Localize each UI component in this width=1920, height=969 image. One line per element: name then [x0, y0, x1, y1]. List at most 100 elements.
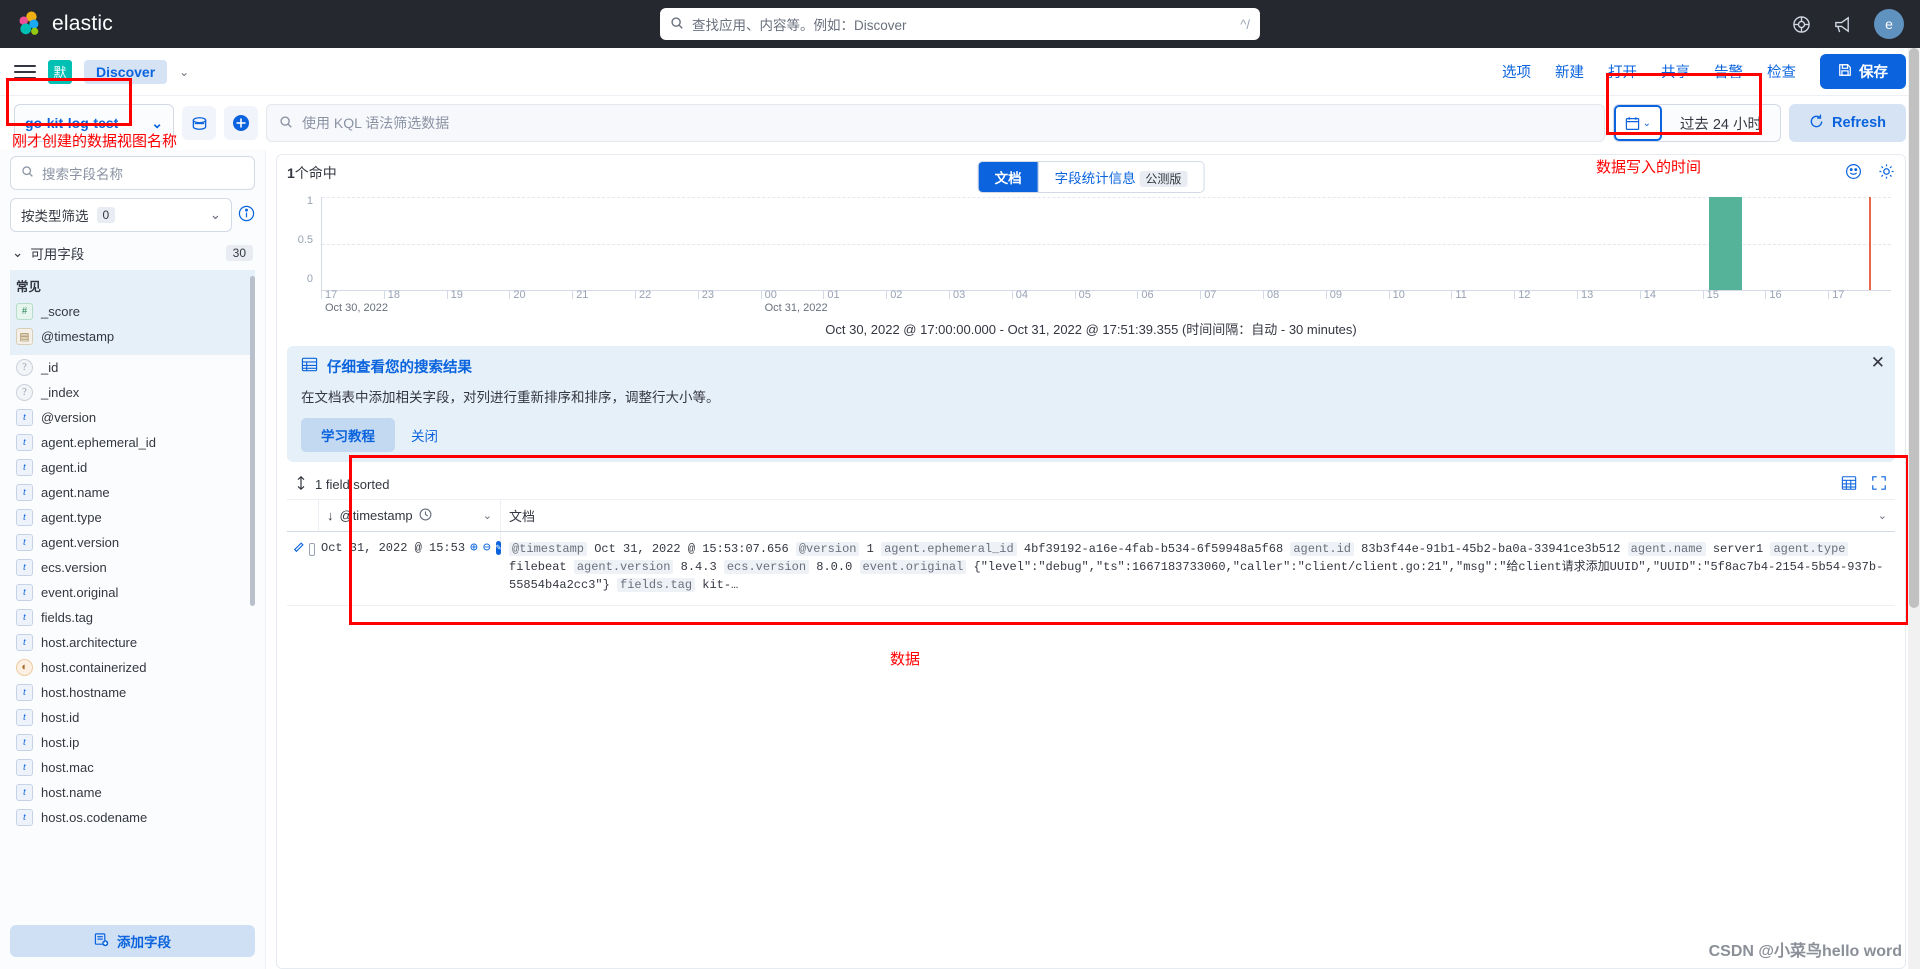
- sorted-label[interactable]: 1 field sorted: [315, 477, 389, 492]
- field-item[interactable]: t host.hostname: [10, 680, 255, 705]
- header-link-open[interactable]: 打开: [1608, 61, 1637, 82]
- field-item[interactable]: t ecs.version: [10, 555, 255, 580]
- kql-search-input[interactable]: 使用 KQL 语法筛选数据: [266, 104, 1605, 142]
- time-range-picker[interactable]: ⌄ 过去 24 小时: [1612, 104, 1781, 142]
- field-item[interactable]: t host.os.codename: [10, 805, 255, 830]
- space-badge[interactable]: 默: [48, 59, 72, 84]
- x-tick: 05: [1074, 289, 1091, 301]
- field-name: host.id: [41, 710, 80, 725]
- query-bar: go-kit-log-test ⌄ 使用 KQL 语法筛选数据 ⌄ 过去 24 …: [0, 96, 1920, 150]
- field-item[interactable]: t agent.ephemeral_id: [10, 430, 255, 455]
- field-type-string-icon: t: [16, 709, 33, 726]
- field-item[interactable]: t agent.name: [10, 480, 255, 505]
- refresh-icon: [1809, 114, 1824, 133]
- doc-field-key: @version: [795, 542, 860, 556]
- field-item[interactable]: ◐ host.containerized: [10, 655, 255, 680]
- time-range-value[interactable]: 过去 24 小时: [1662, 113, 1780, 134]
- learn-tutorial-button[interactable]: 学习教程: [301, 418, 395, 452]
- column-header-document-label: 文档: [509, 509, 536, 524]
- histogram-bar[interactable]: [1708, 197, 1742, 290]
- field-item[interactable]: # _score: [10, 299, 255, 324]
- table-row[interactable]: Oct 31, 2022 @ 15:53 ⊕ ⊖ ✎ @timestamp Oc…: [287, 532, 1895, 606]
- column-header-timestamp[interactable]: ↓ @timestamp ⌄: [319, 500, 501, 531]
- doc-field-value: 8.0.0: [809, 560, 860, 575]
- header-link-options[interactable]: 选项: [1502, 61, 1531, 82]
- page-scrollbar[interactable]: [1908, 48, 1920, 969]
- histogram-chart: 1 0.5 0 17 Oct 30, 2022 18 19 20 21 22 23 00 Oct …: [277, 185, 1905, 314]
- doc-field-value: filebeat: [509, 560, 574, 575]
- hits-suffix: 个命中: [294, 165, 337, 181]
- header-link-new[interactable]: 新建: [1555, 61, 1584, 82]
- header-link-share[interactable]: 共享: [1661, 61, 1690, 82]
- type-filter-dropdown[interactable]: 按类型筛选 0 ⌄: [10, 198, 232, 232]
- close-icon[interactable]: ✕: [1871, 354, 1885, 371]
- callout-title: 仔细查看您的搜索结果: [327, 360, 472, 376]
- save-button[interactable]: 保存: [1820, 54, 1906, 89]
- menu-toggle-icon[interactable]: [14, 64, 36, 79]
- available-fields-header[interactable]: ⌄ 可用字段 30: [10, 234, 255, 270]
- row-select-checkbox[interactable]: [309, 542, 315, 556]
- x-tick: 15: [1702, 289, 1719, 301]
- chart-options-icon[interactable]: [1845, 163, 1862, 185]
- discover-content: 1个命中 文档 字段统计信息 公测版 1 0.5 0 17 Oct 30, 20…: [266, 150, 1920, 969]
- sidebar-scrollbar[interactable]: [250, 276, 255, 606]
- filter-pill-button[interactable]: [182, 106, 216, 140]
- field-item[interactable]: t host.id: [10, 705, 255, 730]
- field-item[interactable]: ? _id: [10, 355, 255, 380]
- field-item[interactable]: t fields.tag: [10, 605, 255, 630]
- gear-icon[interactable]: [1878, 163, 1895, 185]
- breadcrumb[interactable]: Discover: [84, 59, 168, 84]
- field-search-input[interactable]: 搜索字段名称: [10, 156, 255, 190]
- field-item[interactable]: t host.ip: [10, 730, 255, 755]
- chevron-down-icon[interactable]: ⌄: [483, 509, 492, 522]
- data-view-picker[interactable]: go-kit-log-test ⌄: [14, 104, 174, 142]
- field-item[interactable]: ? _index: [10, 380, 255, 405]
- refresh-button[interactable]: Refresh: [1789, 104, 1906, 142]
- chevron-down-icon[interactable]: ⌄: [1878, 509, 1887, 522]
- field-name: agent.ephemeral_id: [41, 435, 156, 450]
- doc-field-key: ecs.version: [723, 560, 810, 575]
- field-item[interactable]: t event.original: [10, 580, 255, 605]
- field-name: host.name: [41, 785, 102, 800]
- x-tick: 09: [1325, 289, 1342, 301]
- dismiss-callout-link[interactable]: 关闭: [411, 425, 438, 445]
- field-item[interactable]: t @version: [10, 405, 255, 430]
- doc-field-value: Oct 31, 2022 @ 15:53:07.656: [587, 542, 796, 556]
- x-tick: 02: [886, 289, 902, 301]
- chevron-down-icon[interactable]: ⌄: [179, 65, 189, 79]
- expand-row-icon[interactable]: [293, 540, 305, 558]
- x-tick-label: 10: [1392, 289, 1405, 301]
- field-name: host.os.codename: [41, 810, 148, 825]
- field-item[interactable]: t agent.type: [10, 505, 255, 530]
- header-link-inspect[interactable]: 检查: [1767, 61, 1796, 82]
- field-item[interactable]: t host.mac: [10, 755, 255, 780]
- field-item[interactable]: t agent.id: [10, 455, 255, 480]
- info-icon[interactable]: [238, 205, 255, 227]
- elastic-brand[interactable]: elastic: [16, 11, 113, 37]
- field-name: _index: [41, 385, 80, 400]
- avatar[interactable]: e: [1874, 9, 1904, 39]
- add-field-button[interactable]: 添加字段: [10, 925, 255, 957]
- page-scrollbar-thumb[interactable]: [1909, 48, 1919, 608]
- brand-name: elastic: [52, 12, 113, 35]
- save-button-label: 保存: [1859, 65, 1888, 81]
- fullscreen-icon[interactable]: [1871, 475, 1887, 494]
- global-search-input[interactable]: 查找应用、内容等。例如：Discover ^/: [660, 8, 1260, 40]
- field-item[interactable]: ▤ @timestamp: [10, 324, 255, 349]
- app-header: 默 Discover ⌄ 选项 新建 打开 共享 告警 检查 保存: [0, 48, 1920, 96]
- field-item[interactable]: t host.name: [10, 780, 255, 805]
- field-item[interactable]: t host.architecture: [10, 630, 255, 655]
- filter-for-value-icon[interactable]: ⊕: [470, 540, 478, 555]
- field-item[interactable]: t agent.version: [10, 530, 255, 555]
- megaphone-icon[interactable]: [1833, 15, 1852, 34]
- filter-out-value-icon[interactable]: ⊖: [483, 540, 491, 555]
- add-filter-button[interactable]: [224, 106, 258, 140]
- column-header-document[interactable]: 文档 ⌄: [501, 500, 1895, 531]
- x-tick: 23: [697, 289, 714, 301]
- chart-x-axis: 17 Oct 30, 2022 18 19 20 21 22 23 00 Oct 31, 2022…: [321, 289, 1891, 314]
- sort-icon: [295, 475, 307, 493]
- header-link-alerts[interactable]: 告警: [1714, 61, 1743, 82]
- calendar-icon[interactable]: ⌄: [1613, 105, 1662, 141]
- table-density-icon[interactable]: [1841, 475, 1857, 494]
- help-icon[interactable]: [1792, 15, 1811, 34]
